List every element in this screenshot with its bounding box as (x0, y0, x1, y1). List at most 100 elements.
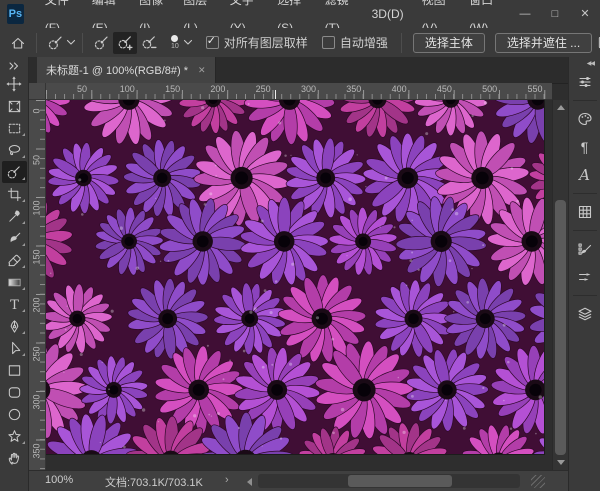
rounded-rectangle-tool[interactable] (2, 381, 27, 403)
expand-toolbar-icon[interactable] (2, 59, 27, 73)
direct-selection-tool[interactable] (2, 337, 27, 359)
tools-panel: T (0, 57, 29, 491)
close-button[interactable]: ✕ (570, 0, 600, 28)
scroll-down-arrow[interactable] (557, 460, 565, 465)
select-and-mask-button[interactable]: 选择并遮住 ... (495, 33, 592, 53)
new-selection-mode-button[interactable] (89, 32, 113, 54)
minimize-button[interactable]: — (510, 0, 540, 28)
dock-separator (573, 193, 597, 194)
maximize-button[interactable]: □ (540, 0, 570, 28)
vruler-label: 200 (32, 297, 42, 314)
direct-selection-tool-icon (7, 341, 22, 356)
vertical-scroll-thumb[interactable] (555, 200, 566, 455)
chevron-down-icon (183, 39, 193, 46)
eyedropper-tool[interactable] (2, 205, 27, 227)
marquee-tool-icon (7, 121, 22, 136)
select-subject-button[interactable]: 选择主体 (413, 33, 485, 53)
home-button[interactable] (6, 32, 30, 54)
document-tab[interactable]: 未标题-1 @ 100%(RGB/8#) * ✕ (37, 57, 216, 83)
eraser-tool[interactable] (2, 249, 27, 271)
vertical-scrollbar[interactable] (552, 100, 568, 470)
glyphs-panel-icon: A (579, 168, 590, 183)
home-icon (10, 35, 26, 51)
color-panel-button[interactable] (571, 106, 599, 132)
auto-enhance-checkbox[interactable]: 自动增强 (322, 34, 388, 51)
document-area: 未标题-1 @ 100%(RGB/8#) * ✕ 501001502002503… (29, 57, 568, 491)
quick-selection-tool[interactable] (2, 161, 27, 183)
vruler-label: 0 (32, 103, 42, 120)
glyphs-panel-button[interactable]: A (571, 162, 599, 188)
zoom-level-field[interactable]: 100% (45, 474, 73, 486)
checkbox-box (322, 36, 335, 49)
lasso-tool[interactable] (2, 139, 27, 161)
horizontal-ruler: 50100150200250300350400450500550 (46, 83, 552, 100)
status-menu-arrow[interactable]: › (225, 474, 229, 486)
horizontal-scrollbar[interactable] (258, 474, 520, 488)
paragraph-panel-button[interactable]: ¶ (571, 134, 599, 160)
tool-preset-picker[interactable] (47, 34, 76, 51)
hruler-label: 500 (482, 84, 497, 94)
color-panel-icon (577, 111, 593, 127)
tab-close-icon[interactable]: ✕ (198, 65, 206, 76)
type-tool[interactable]: T (2, 293, 27, 315)
vruler-label: 50 (32, 151, 42, 168)
hruler-label: 150 (165, 84, 180, 94)
brushes-panel-button[interactable] (571, 264, 599, 290)
type-tool-icon: T (7, 297, 22, 312)
lasso-tool-icon (7, 143, 22, 158)
marquee-tool[interactable] (2, 117, 27, 139)
custom-shape-tool[interactable] (2, 425, 27, 447)
add-to-selection-mode-button[interactable] (113, 32, 137, 54)
chevron-down-icon (66, 39, 76, 46)
document-window: 50100150200250300350400450500550 0501001… (29, 83, 568, 491)
crop-tool[interactable] (2, 183, 27, 205)
hruler-label: 200 (210, 84, 225, 94)
rounded-rectangle-tool-icon (7, 385, 22, 400)
vruler-label: 300 (32, 394, 42, 411)
dock-separator (573, 230, 597, 231)
properties-panel-button[interactable] (571, 69, 599, 95)
horizontal-scroll-thumb[interactable] (348, 475, 452, 487)
sample-all-layers-checkbox[interactable]: 对所有图层取样 (206, 34, 308, 51)
ellipse-tool[interactable] (2, 403, 27, 425)
move-tool[interactable] (2, 73, 27, 95)
swatches-panel-icon (577, 204, 593, 220)
brush-tool[interactable] (2, 227, 27, 249)
swatches-panel-button[interactable] (571, 199, 599, 225)
layers-panel-button[interactable] (571, 301, 599, 327)
checkbox-label: 自动增强 (340, 34, 388, 51)
canvas-image[interactable] (46, 100, 545, 455)
separator (401, 33, 402, 53)
scroll-up-arrow[interactable] (557, 105, 565, 110)
pen-tool[interactable] (2, 315, 27, 337)
brush-size-picker[interactable]: 10 (171, 35, 193, 50)
menu-3d[interactable]: 3D(D) (363, 0, 413, 28)
frame-tool[interactable] (2, 95, 27, 117)
ruler-cursor-indicator (275, 90, 276, 99)
eraser-tool-icon (7, 253, 22, 268)
collapse-panels-icon[interactable]: ◀◀ (569, 57, 600, 68)
gradient-tool[interactable] (2, 271, 27, 293)
status-bar: 100% 文档:703.1K/703.1K › (29, 470, 568, 491)
vruler-label: 100 (32, 200, 42, 217)
document-tab-bar: 未标题-1 @ 100%(RGB/8#) * ✕ (29, 57, 568, 84)
hruler-label: 450 (437, 84, 452, 94)
hand-tool[interactable] (2, 447, 27, 469)
brush-settings-panel-button[interactable] (571, 236, 599, 262)
pen-tool-icon (7, 319, 22, 334)
hruler-label: 50 (77, 84, 87, 94)
ruler-origin-corner[interactable] (29, 83, 46, 100)
subtract-from-selection-mode-button[interactable] (137, 32, 161, 54)
resize-grip[interactable] (531, 475, 545, 488)
hruler-label: 300 (301, 84, 316, 94)
rectangle-tool[interactable] (2, 359, 27, 381)
gradient-tool-icon (7, 275, 22, 290)
vruler-label: 150 (32, 248, 42, 265)
selection-brush-plus-icon (117, 34, 134, 51)
separator (36, 33, 37, 53)
scroll-left-arrow[interactable] (247, 478, 252, 486)
selection-brush-minus-icon (141, 34, 158, 51)
document-tab-title: 未标题-1 @ 100%(RGB/8#) * (46, 62, 188, 78)
paragraph-panel-icon: ¶ (581, 140, 589, 154)
eyedropper-tool-icon (7, 209, 22, 224)
